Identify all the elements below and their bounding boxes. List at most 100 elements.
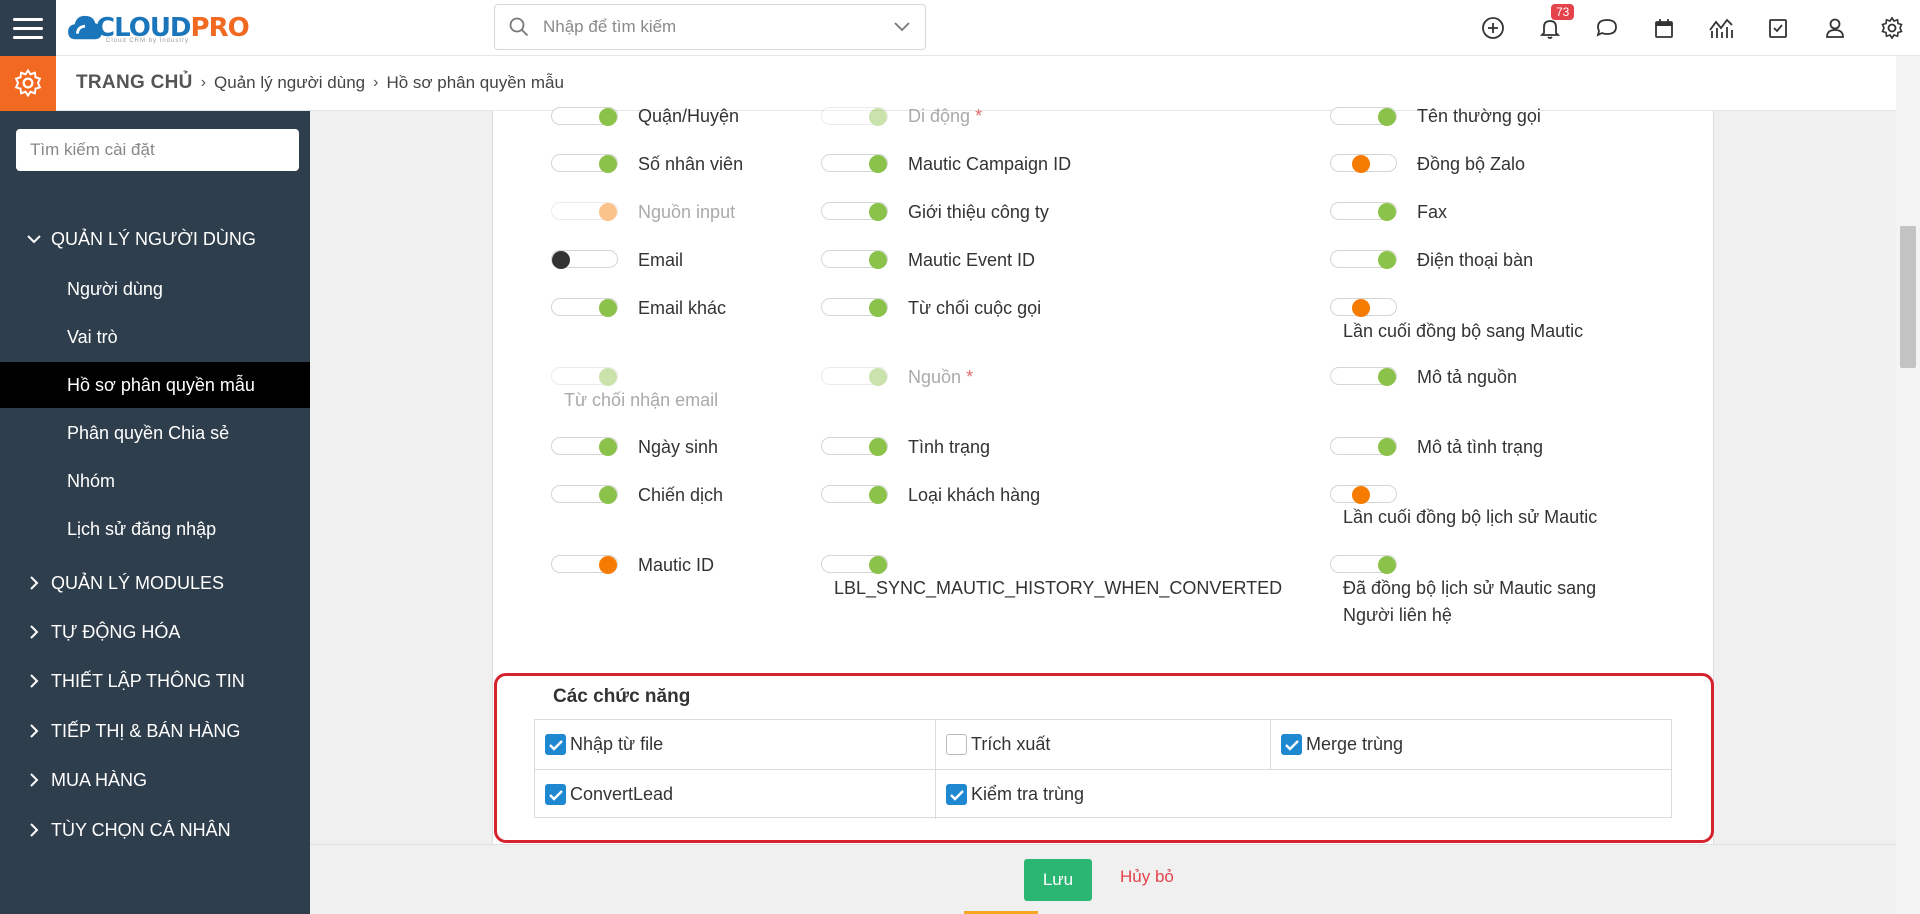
toggle-last-mautic-sync[interactable]: [1330, 298, 1397, 317]
field-label-customer-type: Loại khách hàng: [908, 485, 1041, 505]
field-label-input-source: Nguồn input: [638, 202, 736, 222]
field-label-nickname: Tên thường gọi: [1417, 106, 1541, 126]
toggle-email[interactable]: [551, 250, 618, 269]
sidebar-item-users[interactable]: Người dùng: [0, 266, 310, 312]
sidebar-item-groups[interactable]: Nhóm: [0, 458, 310, 504]
toggle-other-email[interactable]: [551, 298, 618, 317]
toggle-birthday[interactable]: [551, 437, 618, 456]
action-footer: Lưu Hủy bỏ: [310, 844, 1896, 914]
toggle-synced-mautic-history-contact[interactable]: [1330, 555, 1397, 574]
toggle-company-intro[interactable]: [821, 202, 888, 221]
breadcrumb: TRANG CHỦ › Quản lý người dùng › Hồ sơ p…: [0, 55, 1896, 111]
function-export[interactable]: Trích xuất: [936, 720, 1050, 769]
chevron-down-icon[interactable]: [879, 4, 925, 50]
function-merge[interactable]: Merge trùng: [1271, 720, 1403, 769]
sidebar-section-personal[interactable]: TÙY CHỌN CÁ NHÂN: [0, 810, 310, 850]
chart-icon[interactable]: [1692, 0, 1749, 56]
cancel-link[interactable]: Hủy bỏ: [1120, 867, 1174, 887]
function-import[interactable]: Nhập từ file: [535, 720, 663, 769]
sidebar-item-sharing[interactable]: Phân quyền Chia sẻ: [0, 410, 310, 456]
toggle-mautic-event-id[interactable]: [821, 250, 888, 269]
field-label-last-mautic-history-sync: Lần cuối đồng bộ lịch sử Mautic: [1343, 507, 1598, 527]
toggle-mobile: [821, 107, 888, 126]
toggle-last-mautic-history-sync[interactable]: [1330, 485, 1397, 504]
chevron-right-icon: [30, 724, 39, 738]
checkbox-checked-icon[interactable]: [946, 784, 967, 805]
sidebar-item-roles[interactable]: Vai trò: [0, 314, 310, 360]
function-convert-lead[interactable]: ConvertLead: [535, 770, 673, 819]
logo-tagline: Cloud CRM by Industry: [106, 38, 190, 44]
plus-circle-icon[interactable]: [1464, 0, 1521, 56]
user-icon[interactable]: [1806, 0, 1863, 56]
hamburger-menu-icon[interactable]: [0, 0, 56, 56]
toggle-zalo-sync[interactable]: [1330, 154, 1397, 173]
toggle-fax[interactable]: [1330, 202, 1397, 221]
sidebar-section-modules[interactable]: QUẢN LÝ MODULES: [0, 563, 310, 603]
field-label-other-email: Email khác: [638, 298, 727, 318]
toggle-status-description[interactable]: [1330, 437, 1397, 456]
sidebar-item-profiles[interactable]: Hồ sơ phân quyền mẫu: [0, 362, 310, 408]
sidebar-section-purchasing[interactable]: MUA HÀNG: [0, 760, 310, 800]
sidebar-section-info-setup[interactable]: THIẾT LẬP THÔNG TIN: [0, 661, 310, 701]
toggle-sync-mautic-history[interactable]: [821, 555, 888, 574]
toggle-input-source: [551, 202, 618, 221]
field-label-email: Email: [638, 250, 684, 270]
toggle-email-opt-out: [551, 367, 618, 386]
toggle-nickname[interactable]: [1330, 107, 1397, 126]
chevron-down-icon: [27, 235, 41, 244]
functions-table: Nhập từ file Trích xuất Merge trùng Conv…: [534, 719, 1672, 819]
cloudpro-logo[interactable]: CLOUDPRO Cloud CRM by Industry: [66, 6, 250, 50]
bell-icon[interactable]: 73: [1521, 0, 1578, 56]
chat-icon[interactable]: [1578, 0, 1635, 56]
page-scrollbar[interactable]: [1896, 56, 1920, 914]
function-check-duplicate[interactable]: Kiểm tra trùng: [936, 770, 1084, 819]
toggle-campaign[interactable]: [551, 485, 618, 504]
toggle-employee-count[interactable]: [551, 154, 618, 173]
field-label-source: Nguồn *: [908, 367, 974, 387]
field-label-zalo-sync: Đồng bộ Zalo: [1417, 154, 1526, 174]
global-search-input[interactable]: [543, 17, 879, 37]
field-label-mautic-campaign-id: Mautic Campaign ID: [908, 154, 1072, 174]
field-label-call-opt-out: Từ chối cuộc gọi: [908, 298, 1042, 318]
settings-search-input[interactable]: [16, 129, 299, 171]
chevron-right-icon: [30, 625, 39, 639]
calendar-icon[interactable]: [1635, 0, 1692, 56]
scrollbar-thumb[interactable]: [1900, 226, 1916, 368]
sidebar-section-user-management[interactable]: QUẢN LÝ NGƯỜI DÙNG: [0, 219, 310, 259]
settings-gear-icon[interactable]: [0, 55, 56, 111]
toggle-customer-type[interactable]: [821, 485, 888, 504]
chevron-right-icon: [30, 674, 39, 688]
cloud-logo-icon: [68, 15, 102, 40]
checkbox-unchecked-icon[interactable]: [946, 734, 967, 755]
toggle-district[interactable]: [551, 107, 618, 126]
toggle-desk-phone[interactable]: [1330, 250, 1397, 269]
toggle-mautic-campaign-id[interactable]: [821, 154, 888, 173]
sidebar-item-login-history[interactable]: Lịch sử đăng nhập: [0, 506, 310, 552]
breadcrumb-home[interactable]: TRANG CHỦ: [76, 72, 193, 94]
sidebar-section-marketing-sales[interactable]: TIẾP THỊ & BÁN HÀNG: [0, 711, 310, 751]
global-search[interactable]: [494, 4, 926, 50]
gear-icon[interactable]: [1863, 0, 1920, 56]
sidebar-section-automation[interactable]: TỰ ĐỘNG HÓA: [0, 612, 310, 652]
settings-sidebar: QUẢN LÝ NGƯỜI DÙNG Người dùng Vai trò Hồ…: [0, 111, 310, 914]
checkbox-icon[interactable]: [1749, 0, 1806, 56]
toggle-source-description[interactable]: [1330, 367, 1397, 386]
toggle-mautic-id[interactable]: [551, 555, 618, 574]
toggle-source: [821, 367, 888, 386]
toggle-call-opt-out[interactable]: [821, 298, 888, 317]
field-label-mobile: Di động *: [908, 106, 983, 126]
chevron-right-icon: ›: [200, 74, 207, 91]
checkbox-checked-icon[interactable]: [1281, 734, 1302, 755]
notification-badge: 73: [1551, 4, 1575, 20]
checkbox-checked-icon[interactable]: [545, 784, 566, 805]
functions-title: Các chức năng: [553, 686, 691, 707]
checkbox-checked-icon[interactable]: [545, 734, 566, 755]
top-icons: 73: [1464, 0, 1920, 56]
breadcrumb-user-management[interactable]: Quản lý người dùng: [214, 73, 365, 93]
save-button[interactable]: Lưu: [1024, 859, 1092, 901]
field-label-district: Quận/Huyện: [638, 106, 740, 126]
toggle-status[interactable]: [821, 437, 888, 456]
field-label-status: Tình trạng: [908, 437, 991, 457]
chevron-right-icon: ›: [373, 74, 379, 91]
field-label-fax: Fax: [1417, 202, 1448, 222]
